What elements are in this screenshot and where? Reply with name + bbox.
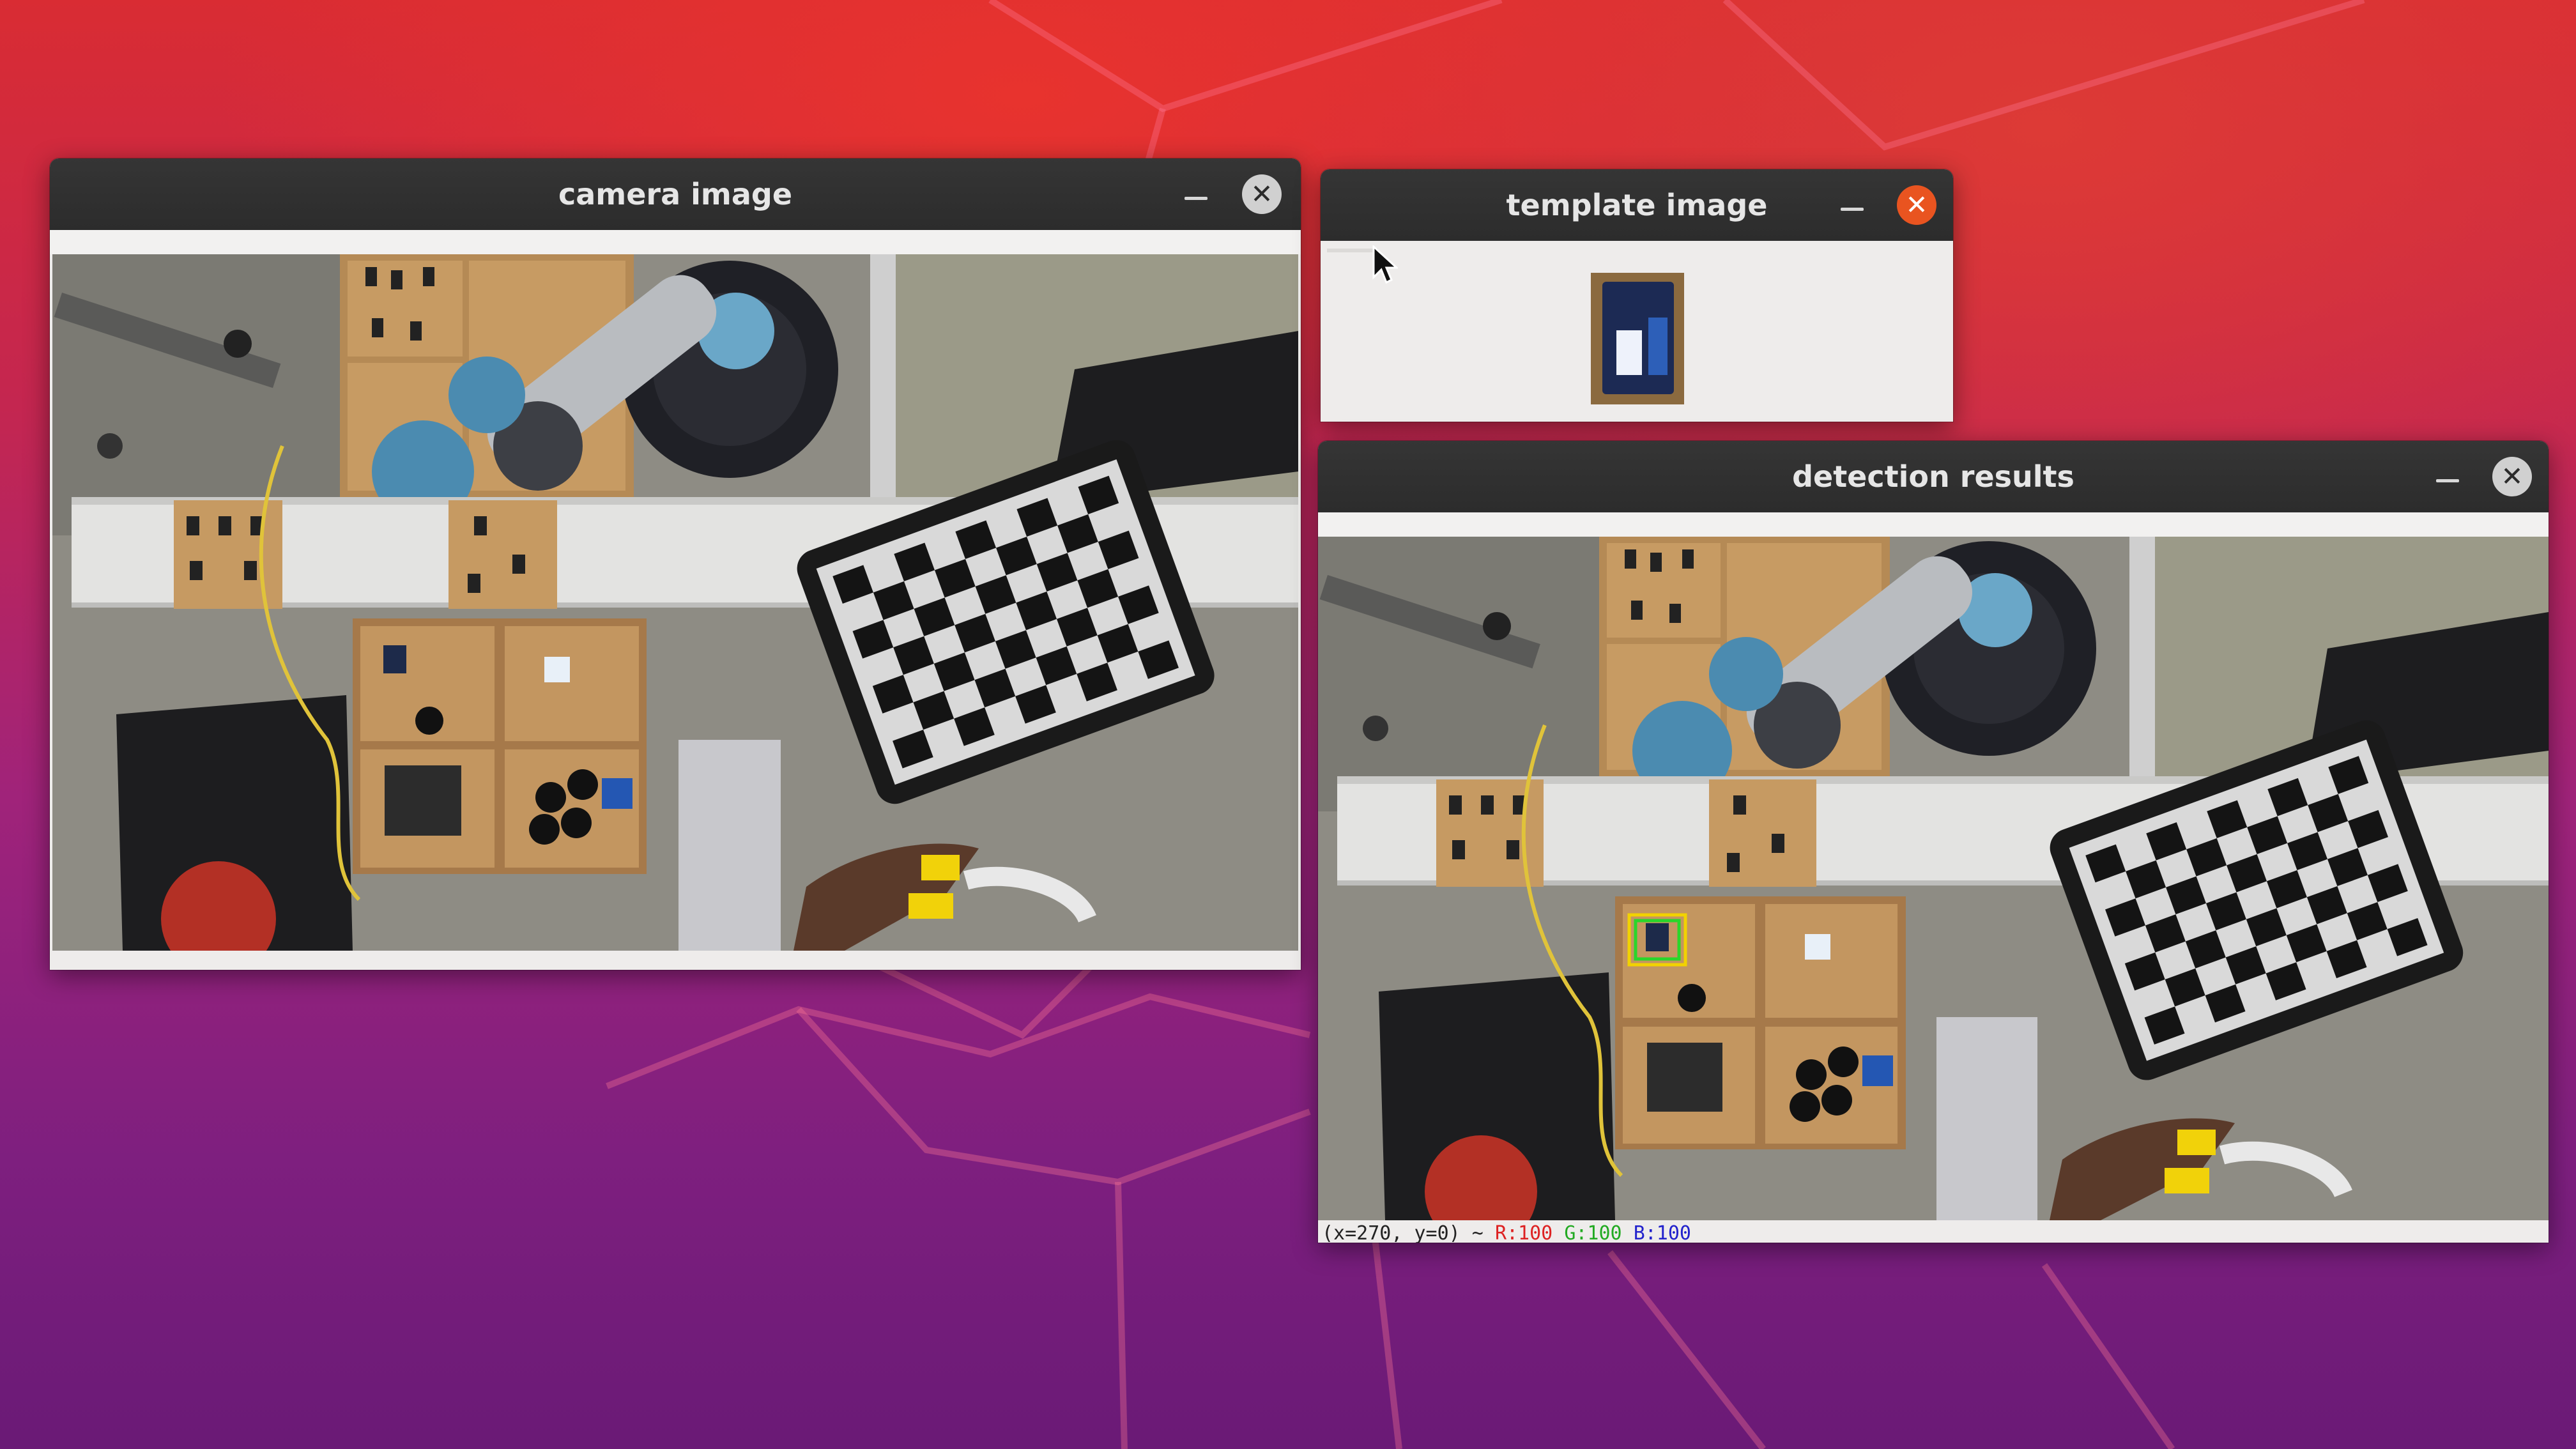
camera-image-canvas <box>52 254 1298 951</box>
camera-scene <box>52 254 1298 951</box>
mouse-pointer-icon <box>1372 245 1398 284</box>
detection-titlebar[interactable]: detection results ✕ <box>1318 441 2549 512</box>
status-green-value: G:100 <box>1564 1225 1622 1243</box>
status-red-value: R:100 <box>1494 1225 1553 1243</box>
minimize-icon[interactable] <box>1184 197 1208 200</box>
close-icon[interactable]: ✕ <box>1242 174 1282 214</box>
template-window-title: template image <box>1506 188 1768 222</box>
detection-image-canvas <box>1318 537 2549 1220</box>
status-bar: (x=270, y=0) ~ R:100 G:100 B:100 <box>1318 1225 2549 1243</box>
camera-toolbar-strip <box>50 230 1301 254</box>
status-coords: (x=270, y=0) ~ <box>1322 1225 1495 1243</box>
template-thumbnail <box>1591 273 1684 404</box>
detection-toolbar-strip <box>1318 512 2549 537</box>
close-icon[interactable]: ✕ <box>1897 185 1936 225</box>
minimize-icon[interactable] <box>1841 208 1864 211</box>
detection-scene <box>1318 537 2549 1220</box>
template-titlebar[interactable]: template image ✕ <box>1321 169 1953 241</box>
camera-window-title: camera image <box>558 177 793 211</box>
camera-titlebar[interactable]: camera image ✕ <box>50 158 1301 230</box>
camera-image-window[interactable]: camera image ✕ <box>50 158 1301 970</box>
template-image-canvas <box>1321 241 1953 422</box>
template-image-window[interactable]: template image ✕ <box>1321 169 1953 422</box>
detection-results-window[interactable]: detection results ✕ (x=270, y=0) ~ R:100… <box>1318 441 2549 1243</box>
detection-window-title: detection results <box>1792 459 2074 494</box>
status-blue-value: B:100 <box>1633 1225 1691 1243</box>
minimize-icon[interactable] <box>2436 479 2459 482</box>
template-toolbar-slot <box>1327 249 1378 252</box>
close-icon[interactable]: ✕ <box>2492 457 2532 496</box>
